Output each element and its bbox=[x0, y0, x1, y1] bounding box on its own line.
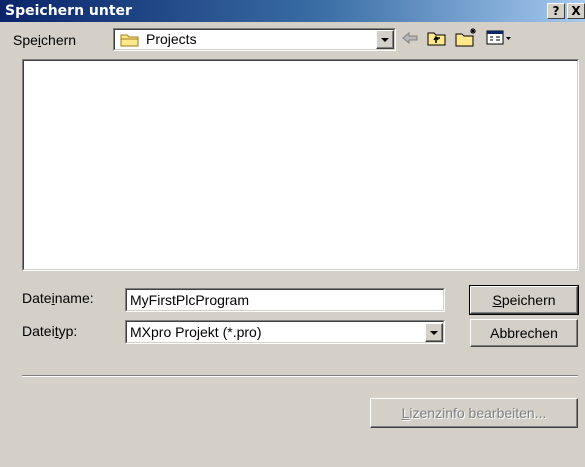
filename-value: MyFirstPlcProgram bbox=[130, 292, 250, 308]
folder-icon bbox=[120, 32, 140, 51]
close-button[interactable]: X bbox=[567, 3, 585, 19]
location-dropdown-button[interactable] bbox=[376, 30, 394, 49]
chevron-down-icon bbox=[381, 38, 389, 42]
license-info-label: Lizenzinfo bearbeiten... bbox=[401, 405, 547, 421]
new-folder-icon[interactable] bbox=[455, 26, 479, 51]
cancel-button[interactable]: Abbrechen bbox=[470, 319, 578, 347]
save-button[interactable]: Speichern bbox=[469, 285, 579, 315]
separator bbox=[22, 375, 578, 377]
title-bar[interactable]: Speichern unter ? X bbox=[0, 0, 585, 22]
chevron-down-icon bbox=[430, 331, 438, 335]
filetype-value: MXpro Projekt (*.pro) bbox=[130, 324, 262, 340]
filetype-label: Dateityp: bbox=[22, 323, 78, 339]
up-folder-icon[interactable] bbox=[427, 29, 447, 50]
save-button-label: Speichern bbox=[492, 292, 556, 308]
filetype-select[interactable]: MXpro Projekt (*.pro) bbox=[125, 320, 445, 344]
dialog-title: Speichern unter bbox=[5, 3, 132, 19]
file-list[interactable] bbox=[22, 59, 579, 271]
back-arrow-icon[interactable] bbox=[401, 30, 419, 49]
location-combo[interactable]: Projects bbox=[113, 28, 396, 51]
filename-label: Dateiname: bbox=[22, 290, 94, 306]
cancel-button-label: Abbrechen bbox=[490, 325, 558, 341]
license-info-button[interactable]: Lizenzinfo bearbeiten... bbox=[370, 398, 578, 428]
filename-input[interactable]: MyFirstPlcProgram bbox=[125, 288, 445, 312]
help-button[interactable]: ? bbox=[547, 3, 565, 19]
location-value: Projects bbox=[146, 31, 197, 47]
location-label: Speichern bbox=[13, 32, 77, 48]
filetype-dropdown-button[interactable] bbox=[425, 323, 443, 342]
view-menu-icon[interactable] bbox=[486, 30, 512, 49]
